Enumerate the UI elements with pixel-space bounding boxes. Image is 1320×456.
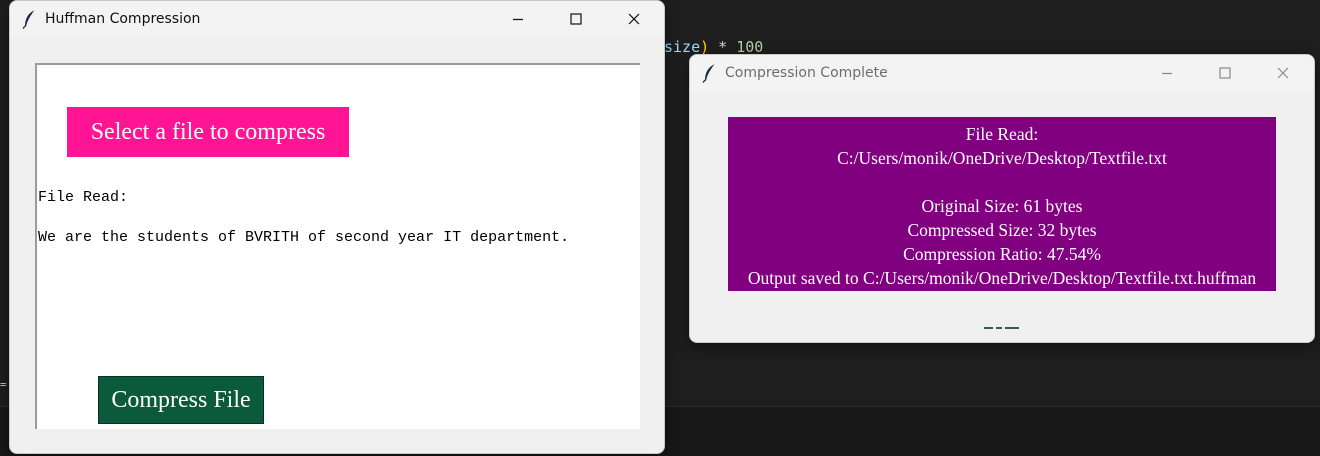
result-compressed-size: Compressed Size: 32 bytes (907, 220, 1097, 240)
window-title: Huffman Compression (45, 11, 201, 27)
minimize-button[interactable] (1138, 55, 1196, 91)
file-read-label: File Read: (38, 189, 129, 206)
minimize-icon (513, 18, 523, 21)
close-icon (628, 13, 640, 25)
minimize-button[interactable] (489, 1, 547, 37)
close-button[interactable] (605, 1, 663, 37)
file-content-text: We are the students of BVRITH of second … (38, 229, 570, 246)
result-file-path: C:/Users/monik/OneDrive/Desktop/Textfile… (837, 148, 1167, 168)
maximize-button[interactable] (547, 1, 605, 37)
maximize-icon (1219, 67, 1231, 79)
compression-result-message: File Read: C:/Users/monik/OneDrive/Deskt… (728, 117, 1276, 291)
dialog-titlebar[interactable]: Compression Complete (690, 55, 1314, 91)
result-compression-ratio: Compression Ratio: 47.54% (903, 244, 1101, 264)
result-spacer (728, 170, 1276, 194)
dialog-title: Compression Complete (725, 65, 888, 81)
editor-background: = ┘ (0, 0, 9, 455)
result-original-size: Original Size: 61 bytes (921, 196, 1083, 216)
compression-complete-dialog: Compression Complete File Read: C:/Users… (689, 54, 1315, 343)
close-button[interactable] (1254, 55, 1312, 91)
result-output-path: Output saved to C:/Users/monik/OneDrive/… (747, 268, 1257, 288)
feather-icon (22, 9, 38, 29)
select-file-button[interactable]: Select a file to compress (67, 107, 349, 157)
huffman-main-window: Huffman Compression Select a file to com… (9, 0, 665, 454)
compress-file-button[interactable]: Compress File (98, 376, 264, 424)
main-content-canvas: Select a file to compress File Read: We … (35, 63, 640, 429)
maximize-button[interactable] (1196, 55, 1254, 91)
main-titlebar[interactable]: Huffman Compression (10, 1, 664, 37)
maximize-icon (570, 13, 582, 25)
dialog-ok-button[interactable] (983, 326, 1019, 330)
result-file-read: File Read: (965, 124, 1039, 144)
feather-icon (702, 63, 718, 83)
editor-gutter-mark: = (0, 378, 7, 391)
close-icon (1277, 67, 1289, 79)
minimize-icon (1162, 72, 1172, 75)
